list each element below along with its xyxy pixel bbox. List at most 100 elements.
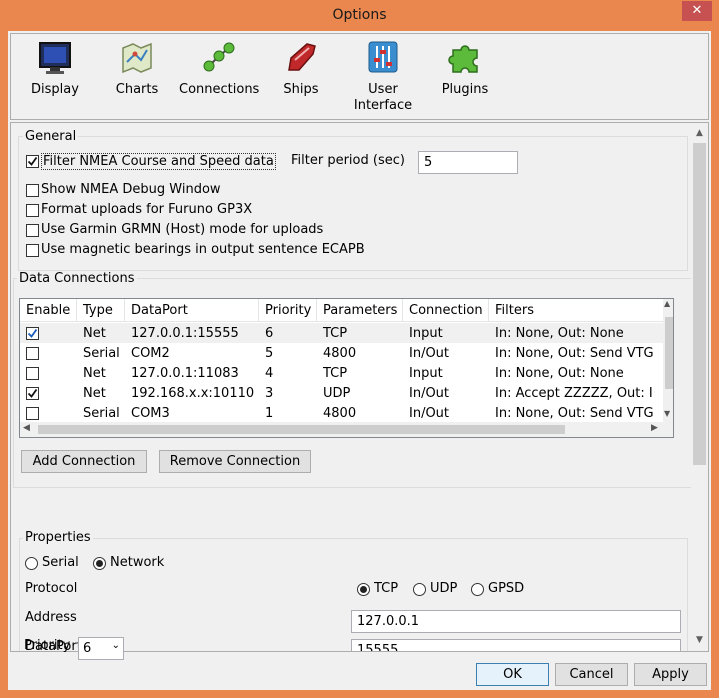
tcp-radio-label[interactable]: TCP [374, 581, 398, 596]
tcp-radio[interactable] [357, 583, 370, 596]
table-horizontal-scrollbar[interactable]: ◀ ▶ [20, 422, 673, 437]
scroll-left-arrow-icon[interactable]: ◀ [23, 423, 30, 433]
cell-priority: 3 [265, 386, 274, 401]
magnetic-bearing-label[interactable]: Use magnetic bearings in output sentence… [41, 242, 365, 257]
debug-window-checkbox[interactable] [26, 184, 39, 197]
col-header-parameters[interactable]: Parameters [323, 303, 397, 318]
toolbar-label: User Interface [353, 82, 413, 113]
udp-radio[interactable] [413, 583, 426, 596]
cell-type: Net [83, 386, 106, 401]
cell-parameters: TCP [323, 326, 348, 341]
cell-type: Net [83, 366, 106, 381]
furuno-label[interactable]: Format uploads for Furuno GP3X [41, 202, 252, 217]
toolbar-label: Connections [179, 82, 260, 97]
col-header-priority[interactable]: Priority [265, 303, 311, 318]
cell-filters: In: Accept ZZZZZ, Out: I [495, 386, 653, 401]
cell-dataport: COM2 [131, 346, 170, 361]
serial-radio-label[interactable]: Serial [42, 555, 79, 570]
category-toolbar: Display Charts Connections Ships User In… [10, 33, 709, 120]
network-radio[interactable] [93, 557, 106, 570]
scroll-up-arrow-icon[interactable]: ▲ [664, 299, 670, 308]
cell-priority: 1 [265, 406, 274, 421]
col-header-filters[interactable]: Filters [495, 303, 534, 318]
ok-button[interactable]: OK [476, 663, 549, 686]
cell-parameters: TCP [323, 366, 348, 381]
panel-vertical-scrollbar[interactable]: ▲ ▼ [691, 123, 708, 651]
col-header-dataport[interactable]: DataPort [131, 303, 188, 318]
cell-filters: In: None, Out: None [495, 366, 624, 381]
serial-radio[interactable] [25, 557, 38, 570]
panel-scroll-thumb[interactable] [693, 143, 706, 465]
toolbar-plugins[interactable]: Plugins [425, 40, 505, 98]
checkmark-icon [27, 156, 38, 166]
col-header-enable[interactable]: Enable [26, 303, 70, 318]
cell-dataport: 192.168.x.x:10110 [131, 386, 255, 401]
network-nodes-icon [203, 42, 235, 72]
filter-period-input[interactable]: 5 [418, 151, 518, 174]
address-label: Address [25, 610, 77, 625]
toolbar-ships[interactable]: Ships [261, 40, 341, 98]
cell-parameters: 4800 [323, 346, 357, 361]
checkmark-icon [27, 328, 38, 338]
options-scroll-panel[interactable]: General Filter NMEA Course and Speed dat… [10, 122, 709, 652]
title-bar: Options ✕ [0, 0, 719, 32]
apply-button[interactable]: Apply [634, 663, 707, 686]
filter-nmea-checkbox[interactable] [26, 155, 39, 168]
cancel-button[interactable]: Cancel [555, 663, 628, 686]
row-enable-checkbox[interactable] [26, 327, 39, 340]
close-button[interactable]: ✕ [682, 1, 712, 21]
connections-table[interactable]: Enable Type DataPort Priority Parameters… [19, 298, 674, 438]
toolbar-label: Charts [115, 82, 159, 97]
gpsd-radio-label[interactable]: GPSD [488, 581, 524, 596]
cell-parameters: 4800 [323, 406, 357, 421]
priority-label: Priority [24, 638, 71, 653]
priority-select[interactable]: 6 ⌄ [78, 637, 124, 660]
cell-filters: In: None, Out: None [495, 326, 624, 341]
table-vertical-scrollbar[interactable]: ▲ ▼ [663, 299, 673, 422]
udp-radio-label[interactable]: UDP [430, 581, 457, 596]
panel-scroll-up-icon[interactable]: ▲ [691, 125, 708, 142]
row-enable-checkbox[interactable] [26, 367, 39, 380]
cell-connection: In/Out [409, 386, 450, 401]
furuno-checkbox[interactable] [26, 204, 39, 217]
filter-nmea-label[interactable]: Filter NMEA Course and Speed data [41, 153, 276, 170]
properties-legend: Properties [23, 530, 93, 545]
table-scroll-thumb[interactable] [665, 317, 673, 389]
network-radio-label[interactable]: Network [110, 555, 164, 570]
toolbar-user-interface[interactable]: User Interface [343, 40, 423, 114]
toolbar-display[interactable]: Display [15, 40, 95, 98]
remove-connection-button[interactable]: Remove Connection [159, 450, 311, 473]
cell-parameters: UDP [323, 386, 351, 401]
row-enable-checkbox[interactable] [26, 407, 39, 420]
row-enable-checkbox[interactable] [26, 347, 39, 360]
chart-map-icon [122, 42, 152, 74]
scroll-right-arrow-icon[interactable]: ▶ [651, 423, 658, 433]
garmin-checkbox[interactable] [26, 224, 39, 237]
debug-window-label[interactable]: Show NMEA Debug Window [41, 182, 221, 197]
puzzle-icon [448, 45, 478, 73]
cell-connection: In/Out [409, 346, 450, 361]
panel-scroll-down-icon[interactable]: ▼ [691, 632, 708, 649]
cell-priority: 6 [265, 326, 274, 341]
table-hscroll-thumb[interactable] [38, 425, 565, 434]
cell-type: Serial [83, 346, 120, 361]
cell-priority: 4 [265, 366, 274, 381]
dataport-input[interactable]: 15555 [351, 639, 681, 651]
toolbar-label: Ships [283, 82, 319, 97]
cell-type: Serial [83, 406, 120, 421]
row-enable-checkbox[interactable] [26, 387, 39, 400]
sliders-icon [368, 41, 398, 73]
toolbar-charts[interactable]: Charts [97, 40, 177, 98]
address-input[interactable]: 127.0.0.1 [351, 610, 681, 633]
gpsd-radio[interactable] [471, 583, 484, 596]
cell-connection: Input [409, 326, 443, 341]
toolbar-connections[interactable]: Connections [179, 40, 259, 98]
col-header-type[interactable]: Type [83, 303, 113, 318]
add-connection-button[interactable]: Add Connection [21, 450, 147, 473]
col-header-connection[interactable]: Connection [409, 303, 483, 318]
magnetic-bearing-checkbox[interactable] [26, 244, 39, 257]
monitor-icon [39, 42, 71, 74]
toolbar-label: Plugins [441, 82, 489, 97]
garmin-label[interactable]: Use Garmin GRMN (Host) mode for uploads [41, 222, 323, 237]
scroll-down-arrow-icon[interactable]: ▼ [664, 409, 670, 418]
